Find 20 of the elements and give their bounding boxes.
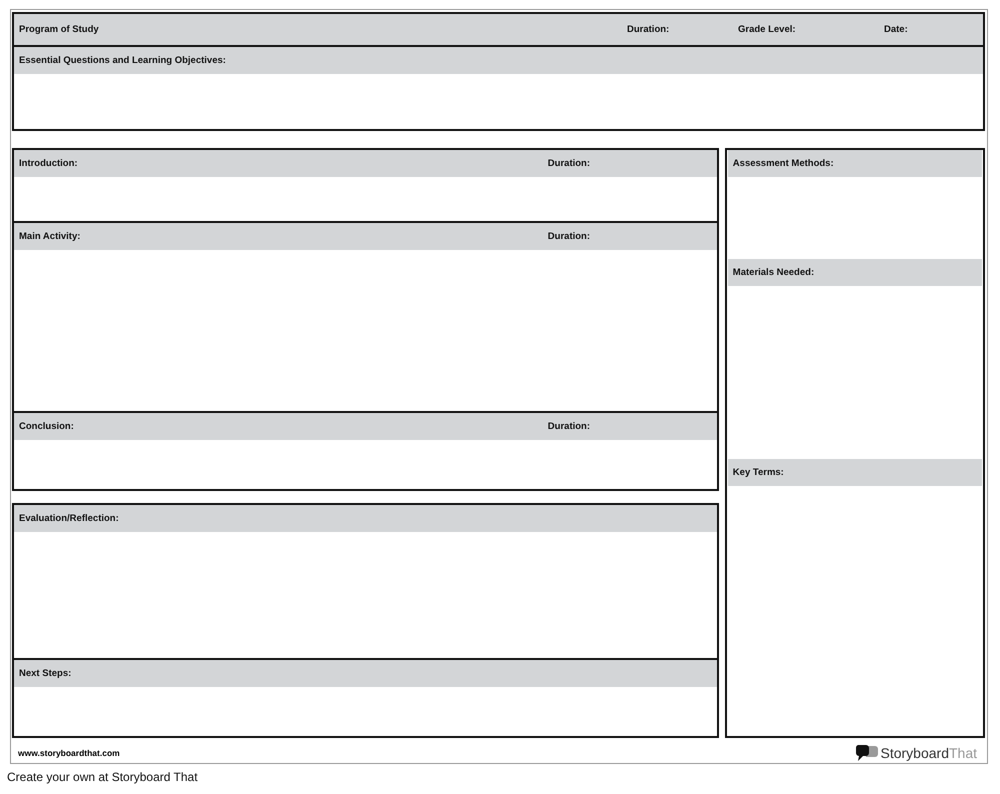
section-label: Conclusion: <box>19 421 75 432</box>
website-url: www.storyboardthat.com <box>18 748 120 758</box>
caption-text: Create your own at Storyboard That <box>7 770 199 784</box>
duration-label: Duration: <box>548 231 592 242</box>
field-label: Grade Level: <box>738 24 797 35</box>
section-label: Next Steps: <box>19 668 72 679</box>
section-label: Main Activity: <box>19 231 82 242</box>
section-label: Assessment Methods: <box>732 158 834 169</box>
section-label: Key Terms: <box>732 467 784 478</box>
section-label: Essential Questions and Learning Objectives: <box>19 55 226 66</box>
duration-label: Duration: <box>548 158 592 169</box>
field-label: Date: <box>884 24 909 35</box>
speech-bubbles-icon <box>854 744 878 762</box>
field-label: Duration: <box>627 24 670 35</box>
field-label: Program of Study <box>19 24 100 35</box>
section-label: Materials Needed: <box>732 267 814 278</box>
logo-text: StoryboardThat <box>880 745 977 761</box>
section-label: Evaluation/Reflection: <box>19 513 120 524</box>
duration-label: Duration: <box>548 421 592 432</box>
section-label: Introduction: <box>19 158 79 169</box>
